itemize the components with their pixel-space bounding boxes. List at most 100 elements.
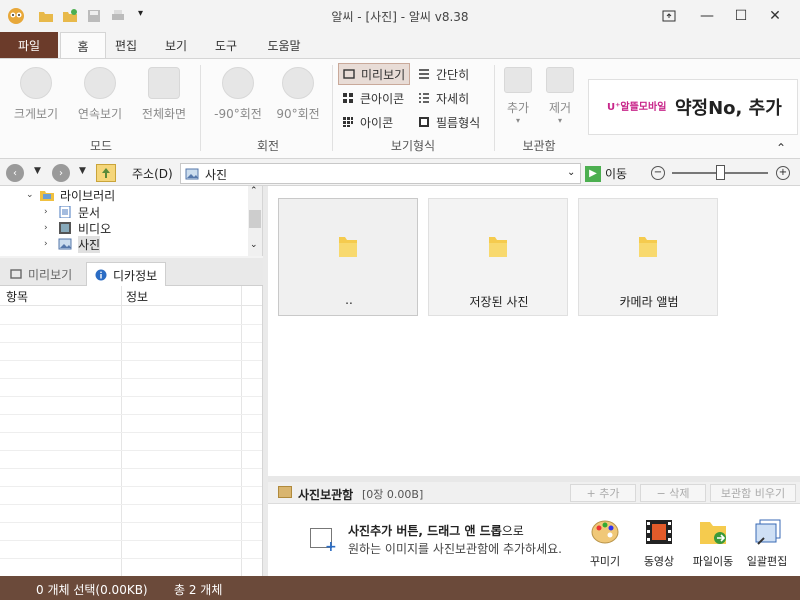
- advertisement-banner[interactable]: U⁺알뜰모바일 약정No, 추가: [588, 79, 798, 135]
- collapse-ribbon-icon[interactable]: ⌃: [776, 141, 786, 155]
- scroll-down-icon[interactable]: ⌄: [250, 240, 258, 250]
- tab-file[interactable]: 파일: [0, 32, 58, 58]
- decorate-button[interactable]: 꾸미기: [580, 518, 630, 569]
- go-label: 이동: [605, 167, 628, 181]
- back-button[interactable]: ‹: [6, 164, 24, 182]
- ad-text: 약정No, 추가: [675, 98, 782, 119]
- large-view-label: 크게보기: [13, 107, 59, 121]
- fullscreen-button[interactable]: 전체화면: [134, 67, 194, 127]
- tab-camera-info[interactable]: 디카정보: [86, 262, 167, 287]
- column-divider: [121, 286, 122, 576]
- folder-tree: ⌄ 라이브러리 › 문서 › 비디오 › 사진 ⌃ ⌄: [0, 186, 263, 256]
- video-icon: [646, 520, 672, 544]
- rotate-left-button[interactable]: -90°회전: [208, 67, 268, 127]
- column-header-item[interactable]: 항목: [6, 288, 28, 305]
- large-view-button[interactable]: 크게보기: [6, 67, 66, 127]
- view-large-icons-label: 큰아이콘: [360, 91, 405, 106]
- column-header-info[interactable]: 정보: [126, 288, 148, 305]
- box-add-label: 추가: [506, 101, 530, 115]
- zoom-in-button[interactable]: +: [776, 166, 790, 180]
- forward-button[interactable]: ›: [52, 164, 70, 182]
- view-details-option[interactable]: 자세히: [414, 87, 473, 109]
- tab-help[interactable]: 도움말: [260, 32, 308, 58]
- up-folder-button[interactable]: [96, 164, 116, 182]
- batch-edit-label: 일괄편집: [746, 555, 788, 568]
- go-button[interactable]: ▶ 이동: [585, 163, 633, 184]
- expand-chevron-icon[interactable]: ›: [44, 207, 54, 217]
- folder-icon: [489, 237, 507, 257]
- tree-scroll-thumb[interactable]: [249, 210, 261, 228]
- view-large-icons-option[interactable]: 큰아이콘: [338, 87, 408, 109]
- info-icon: [95, 269, 107, 281]
- tree-item-videos[interactable]: › 비디오: [44, 220, 111, 236]
- box-remove-button[interactable]: 제거 ▾: [540, 67, 580, 127]
- camera-info-table: 항목 정보: [0, 286, 263, 576]
- zoom-slider-thumb[interactable]: [716, 165, 725, 180]
- zoom-out-button[interactable]: −: [651, 166, 665, 180]
- close-button[interactable]: ✕: [758, 0, 792, 32]
- video-button[interactable]: 동영상: [634, 518, 684, 569]
- ribbon-divider: [494, 65, 495, 151]
- table-header: 항목 정보: [0, 286, 262, 306]
- address-dropdown-icon[interactable]: ⌄: [567, 167, 575, 178]
- tab-home[interactable]: 홈: [60, 32, 106, 59]
- tab-view[interactable]: 보기: [158, 32, 194, 58]
- tab-tools[interactable]: 도구: [208, 32, 244, 58]
- view-group-label: 보기형식: [390, 139, 436, 153]
- ribbon-divider: [332, 65, 333, 151]
- view-preview-option[interactable]: 미리보기: [338, 63, 411, 85]
- left-panel-tabs: 미리보기 디카정보: [0, 258, 263, 287]
- collapse-chevron-icon[interactable]: ⌄: [26, 190, 36, 200]
- tree-item-documents[interactable]: › 문서: [44, 204, 100, 220]
- folder-icon: [639, 237, 657, 257]
- restore-layout-icon[interactable]: [652, 0, 686, 32]
- address-input[interactable]: 사진 ⌄: [180, 163, 581, 184]
- view-film-option[interactable]: 필름형식: [414, 111, 484, 133]
- row-divider: [0, 324, 262, 325]
- scroll-up-icon[interactable]: ⌃: [250, 186, 258, 196]
- slideshow-button[interactable]: 연속보기: [70, 67, 130, 127]
- slideshow-label: 연속보기: [77, 107, 123, 121]
- rotate-right-label: 90°회전: [276, 107, 320, 121]
- pictures-folder-icon: [185, 168, 199, 180]
- tree-scrollbar[interactable]: ⌃ ⌄: [248, 186, 262, 256]
- row-divider: [0, 378, 262, 379]
- decorate-label: 꾸미기: [589, 555, 621, 568]
- photo-box-delete-button[interactable]: − 삭제: [640, 484, 706, 502]
- film-icon: [419, 117, 429, 127]
- tree-item-library[interactable]: ⌄ 라이브러리: [26, 187, 115, 203]
- photo-box-count: [0장 0.00B]: [362, 488, 424, 501]
- folder-tile-parent[interactable]: ..: [278, 198, 418, 316]
- row-divider: [0, 432, 262, 433]
- minimize-button[interactable]: —: [690, 0, 724, 32]
- folder-tile-saved-pictures[interactable]: 저장된 사진: [428, 198, 568, 316]
- tab-edit[interactable]: 편집: [108, 32, 144, 58]
- expand-chevron-icon[interactable]: ›: [44, 223, 54, 233]
- view-details-label: 자세히: [436, 91, 470, 106]
- tab-preview[interactable]: 미리보기: [2, 262, 80, 286]
- photo-box-clear-button[interactable]: 보관함 비우기: [710, 484, 796, 502]
- tree-item-pictures[interactable]: › 사진: [44, 235, 101, 253]
- folder-label: 저장된 사진: [469, 295, 529, 309]
- maximize-button[interactable]: ☐: [724, 0, 758, 32]
- status-bar: 0 개체 선택(0.00KB) 총 2 개체: [0, 576, 800, 600]
- batch-edit-button[interactable]: 일괄편집: [742, 518, 792, 569]
- move-file-button[interactable]: 파일이동: [688, 518, 738, 569]
- folder-move-icon: [700, 522, 726, 544]
- view-simple-option[interactable]: 간단히: [414, 63, 473, 85]
- view-icons-option[interactable]: 아이콘: [338, 111, 397, 133]
- ribbon-divider: [200, 65, 201, 151]
- box-add-button[interactable]: 추가 ▾: [498, 67, 538, 127]
- forward-history-icon[interactable]: ▼: [79, 166, 86, 176]
- folder-tile-camera-roll[interactable]: 카메라 앨범: [578, 198, 718, 316]
- videos-icon: [59, 222, 71, 234]
- row-divider: [0, 468, 262, 469]
- photo-box-body[interactable]: + 사진추가 버튼, 드래그 앤 드롭으로 원하는 이미지를 사진보관함에 추가…: [268, 504, 800, 576]
- photo-box-add-button[interactable]: + 추가: [570, 484, 636, 502]
- tree-item-label: 비디오: [78, 221, 112, 236]
- expand-chevron-icon[interactable]: ›: [44, 239, 54, 249]
- rotate-right-button[interactable]: 90°회전: [268, 67, 328, 127]
- fullscreen-label: 전체화면: [141, 107, 187, 121]
- tree-item-label: 문서: [78, 205, 101, 220]
- back-history-icon[interactable]: ▼: [34, 166, 41, 176]
